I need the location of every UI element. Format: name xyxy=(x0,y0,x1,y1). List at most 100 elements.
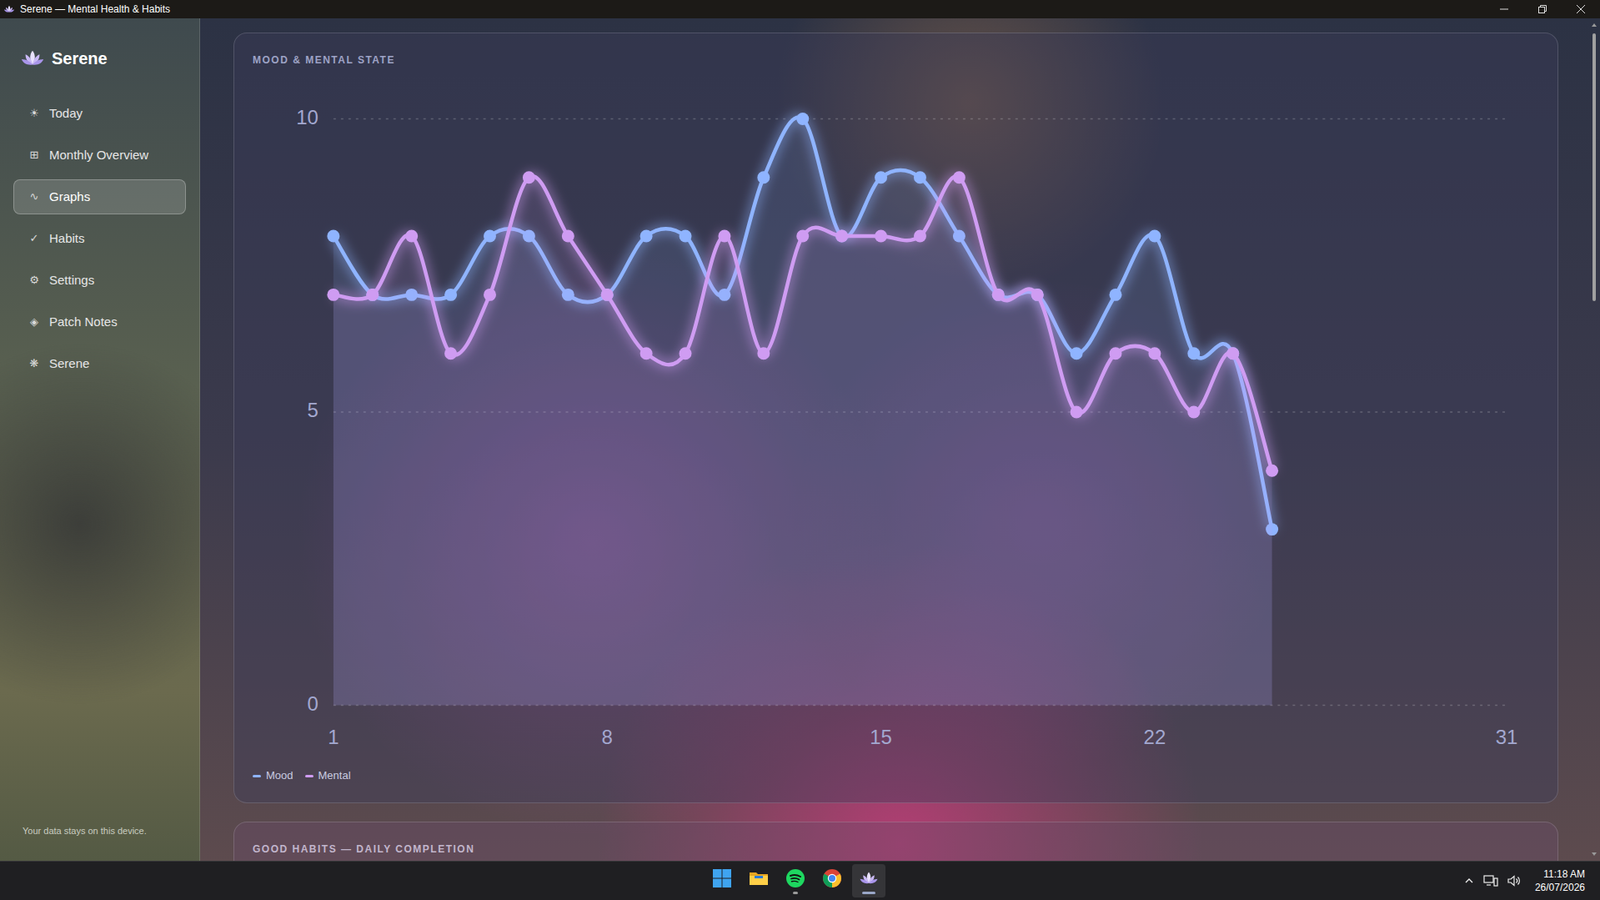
data-point[interactable] xyxy=(326,230,340,243)
data-point[interactable] xyxy=(522,170,536,184)
data-point[interactable] xyxy=(640,230,653,243)
minimize-button[interactable] xyxy=(1484,0,1524,19)
sidebar-item[interactable]: ☀Today xyxy=(13,95,186,131)
data-point[interactable] xyxy=(366,288,379,301)
data-point[interactable] xyxy=(835,230,848,243)
data-point[interactable] xyxy=(1109,288,1123,301)
legend-label: Mental xyxy=(318,767,352,784)
data-point[interactable] xyxy=(1109,346,1123,360)
taskbar-app[interactable] xyxy=(742,863,776,898)
sidebar-item[interactable]: ❋ Serene xyxy=(13,346,186,382)
chrome-icon xyxy=(822,867,843,888)
scrollbar[interactable] xyxy=(1588,18,1600,861)
close-icon xyxy=(1576,5,1585,14)
data-point[interactable] xyxy=(1031,288,1044,301)
sidebar-item-label: Serene xyxy=(49,354,90,374)
y-tick: 10 xyxy=(295,105,319,129)
running-indicator xyxy=(862,891,876,894)
data-point[interactable] xyxy=(444,346,457,360)
data-point[interactable] xyxy=(483,288,497,301)
close-button[interactable] xyxy=(1561,0,1600,19)
data-point[interactable] xyxy=(1148,346,1161,360)
taskbar-app[interactable] xyxy=(852,863,886,898)
series-area xyxy=(333,175,1273,705)
title-bar: Serene — Mental Health & Habits xyxy=(0,0,1600,19)
data-point[interactable] xyxy=(366,288,379,301)
sidebar-item-icon: ∿ xyxy=(27,188,41,206)
data-point[interactable] xyxy=(874,230,888,243)
legend-swatch xyxy=(305,774,314,778)
data-point[interactable] xyxy=(444,288,457,301)
chart-legend: Mood Mental xyxy=(252,767,1540,784)
data-point[interactable] xyxy=(1070,346,1084,360)
data-point[interactable] xyxy=(796,112,809,126)
data-point[interactable] xyxy=(561,230,575,243)
data-point[interactable] xyxy=(1148,230,1161,243)
sidebar-item[interactable]: ∿Graphs xyxy=(13,179,186,215)
data-point[interactable] xyxy=(874,170,888,184)
data-point[interactable] xyxy=(1031,288,1044,301)
serene-app-icon xyxy=(858,867,879,888)
data-point[interactable] xyxy=(835,230,848,243)
folder-icon xyxy=(748,867,769,888)
x-tick: 22 xyxy=(1143,725,1167,748)
sidebar-item[interactable]: ⊞Monthly Overview xyxy=(13,137,186,173)
legend-swatch xyxy=(252,774,261,778)
restore-icon xyxy=(1538,5,1547,14)
clock[interactable]: 11:18 AM26/07/2026 xyxy=(1529,867,1590,894)
data-point[interactable] xyxy=(1226,346,1239,360)
taskbar: 11:18 AM26/07/2026 xyxy=(0,860,1600,900)
taskbar-app[interactable] xyxy=(778,863,813,898)
content: MOOD & MENTAL STATE105018152231MoodMenta… xyxy=(200,18,1589,861)
sidebar-item-label: Habits xyxy=(49,229,86,249)
x-tick: 31 xyxy=(1495,725,1519,748)
taskbar-app[interactable] xyxy=(815,863,849,898)
chevron-up-icon[interactable] xyxy=(1463,874,1475,887)
scroll-down-icon[interactable] xyxy=(1590,850,1598,858)
chart-card: MOOD & MENTAL STATE105018152231MoodMenta… xyxy=(233,32,1559,803)
volume-icon[interactable] xyxy=(1506,873,1522,888)
data-point[interactable] xyxy=(601,288,614,301)
data-point[interactable] xyxy=(952,170,966,184)
series-line xyxy=(333,175,1273,471)
data-point[interactable] xyxy=(757,346,770,360)
data-point[interactable] xyxy=(1187,346,1200,360)
data-point[interactable] xyxy=(913,230,927,243)
mood-chart: 105018152231 xyxy=(252,66,1540,759)
sidebar-item[interactable]: ◈Patch Notes xyxy=(13,304,186,340)
taskbar-apps xyxy=(705,863,886,898)
scroll-up-icon[interactable] xyxy=(1590,21,1598,29)
chart-title: MOOD & MENTAL STATE xyxy=(252,53,1540,67)
data-point[interactable] xyxy=(405,230,418,243)
data-point[interactable] xyxy=(992,288,1005,301)
sidebar-item[interactable]: ✓Habits xyxy=(13,220,186,256)
legend-label: Mood xyxy=(265,767,294,784)
data-point[interactable] xyxy=(1070,406,1084,419)
data-point[interactable] xyxy=(601,288,614,301)
restore-button[interactable] xyxy=(1523,0,1562,19)
taskbar-app[interactable] xyxy=(705,863,739,898)
sidebar-item-icon: ❋ xyxy=(27,355,41,372)
scroll-thumb[interactable] xyxy=(1592,33,1596,301)
clock-time: 11:18 AM xyxy=(1543,867,1585,881)
data-point[interactable] xyxy=(757,170,770,184)
data-point[interactable] xyxy=(679,346,693,360)
data-point[interactable] xyxy=(483,230,497,243)
data-point[interactable] xyxy=(913,170,927,184)
data-point[interactable] xyxy=(640,346,653,360)
data-point[interactable] xyxy=(679,230,693,243)
sidebar-item-icon: ⚙ xyxy=(27,271,41,289)
data-point[interactable] xyxy=(326,288,340,301)
sidebar-item[interactable]: ⚙ Settings xyxy=(13,262,186,298)
sidebar-item-label: Settings xyxy=(49,270,95,291)
network-icon[interactable] xyxy=(1483,873,1499,888)
data-point[interactable] xyxy=(1226,346,1239,360)
app-window: Serene — Mental Health & Habits Serene ☀To… xyxy=(0,0,1600,900)
data-point[interactable] xyxy=(717,230,731,243)
data-point[interactable] xyxy=(992,288,1005,301)
sidebar-item-label: Today xyxy=(49,104,83,124)
data-point[interactable] xyxy=(1187,406,1200,419)
data-point[interactable] xyxy=(1265,464,1279,477)
data-point[interactable] xyxy=(796,230,809,243)
